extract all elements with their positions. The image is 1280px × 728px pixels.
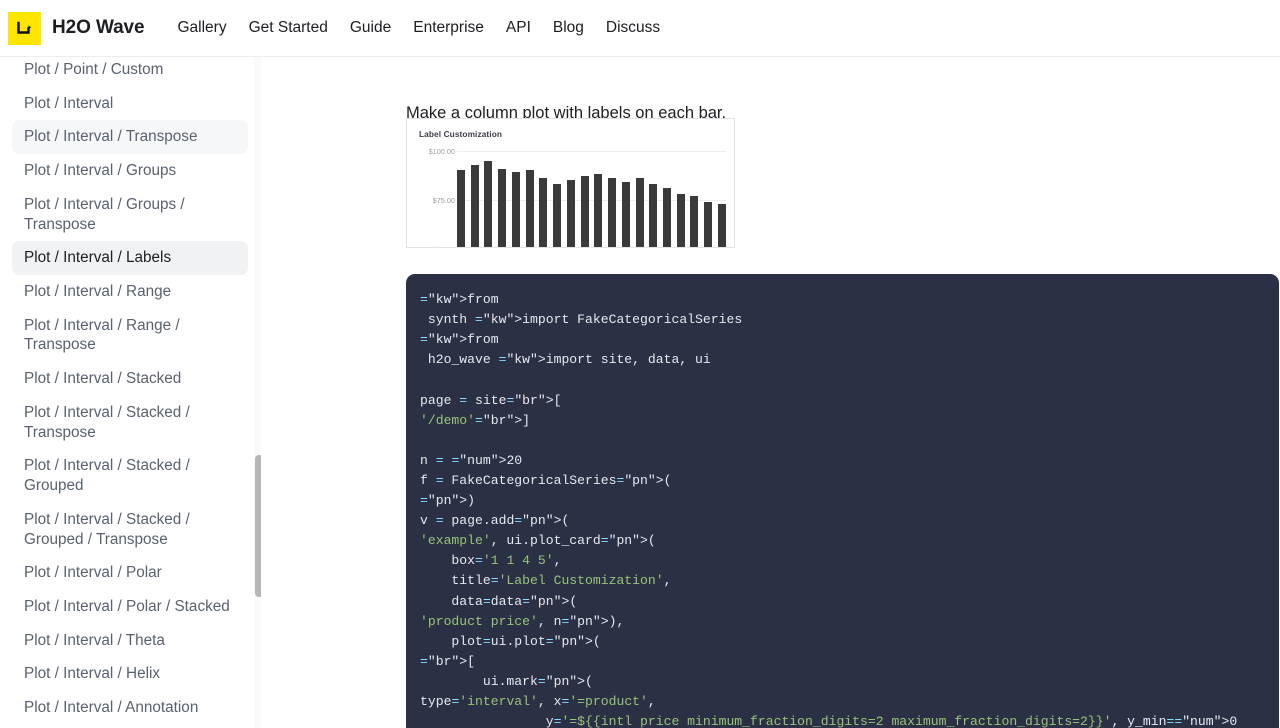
code-line: data=data="pn">(: [420, 592, 1279, 612]
code-line: ui.mark="pn">(: [420, 672, 1279, 692]
chart-bar: [471, 165, 479, 248]
brand-logo-link[interactable]: H2O Wave: [8, 12, 144, 45]
sidebar-item-plot-interval-groups-transpose[interactable]: Plot / Interval / Groups / Transpose: [12, 188, 248, 241]
chart-bar: [704, 202, 712, 248]
nav-link-gallery[interactable]: Gallery: [166, 19, 237, 37]
sidebar-item-plot-interval-helix[interactable]: Plot / Interval / Helix: [12, 657, 248, 691]
code-line: y='=${{intl price minimum_fraction_digit…: [420, 712, 1279, 728]
chart-plot-area: $100.00 $75.00 $50.00: [407, 141, 735, 248]
chart-bar: [512, 172, 520, 248]
code-line: ="kw">from: [420, 330, 1279, 350]
sidebar-item-plot-interval-range-transpose[interactable]: Plot / Interval / Range / Transpose: [12, 309, 248, 362]
code-line: v = page.add="pn">(: [420, 511, 1279, 531]
nav-link-discuss[interactable]: Discuss: [595, 19, 671, 37]
code-line: ="kw">from: [420, 290, 1279, 310]
nav-link-get-started[interactable]: Get Started: [238, 19, 339, 37]
code-line: title='Label Customization',: [420, 571, 1279, 591]
chart-bar: [690, 196, 698, 248]
chart-bar: [622, 182, 630, 248]
sidebar-item-plot-interval-labels[interactable]: Plot / Interval / Labels: [12, 241, 248, 275]
sidebar-item-plot-interval-polar[interactable]: Plot / Interval / Polar: [12, 556, 248, 590]
plot-preview-card: Label Customization $100.00 $75.00 $50.00: [406, 118, 735, 248]
chart-bar: [553, 184, 561, 248]
sidebar-navigation: Plot / Point / CustomPlot / IntervalPlot…: [0, 57, 261, 728]
code-line: n = ="num">20: [420, 451, 1279, 471]
sidebar-item-plot-interval[interactable]: Plot / Interval: [12, 87, 248, 121]
code-line: f = FakeCategoricalSeries="pn">(: [420, 471, 1279, 491]
code-sample-block[interactable]: ="kw">from synth ="kw">import FakeCatego…: [406, 274, 1279, 728]
sidebar-item-plot-interval-theta[interactable]: Plot / Interval / Theta: [12, 624, 248, 658]
code-line: page = site="br">[: [420, 391, 1279, 411]
sidebar-item-plot-interval-transpose[interactable]: Plot / Interval / Transpose: [12, 120, 248, 154]
code-line: box='1 1 4 5',: [420, 551, 1279, 571]
chart-y-tick-label: $75.00: [417, 196, 455, 205]
nav-link-blog[interactable]: Blog: [542, 19, 595, 37]
nav-link-api[interactable]: API: [495, 19, 542, 37]
chart-bar: [636, 178, 644, 248]
brand-name: H2O Wave: [52, 17, 144, 39]
chart-bar: [484, 161, 492, 248]
chart-title: Label Customization: [419, 129, 502, 139]
nav-link-guide[interactable]: Guide: [339, 19, 402, 37]
h2o-wave-logo-icon: [8, 12, 41, 45]
chart-bar: [718, 204, 726, 248]
chart-bar: [457, 170, 465, 248]
sidebar-item-list: Plot / Point / CustomPlot / IntervalPlot…: [0, 57, 260, 728]
chart-bar: [594, 174, 602, 248]
sidebar-item-plot-interval-stacked-grouped[interactable]: Plot / Interval / Stacked / Grouped: [12, 449, 248, 502]
chart-bar: [526, 170, 534, 248]
sidebar-item-plot-interval-range[interactable]: Plot / Interval / Range: [12, 275, 248, 309]
chart-bar: [677, 194, 685, 248]
main-content: Make a column plot with labels on each b…: [261, 57, 1280, 728]
chart-bar: [567, 180, 575, 248]
chart-bar: [539, 178, 547, 248]
chart-y-tick-label: $50.00: [417, 245, 455, 248]
nav-link-enterprise[interactable]: Enterprise: [402, 19, 495, 37]
sidebar-item-plot-interval-annotation[interactable]: Plot / Interval / Annotation: [12, 691, 248, 725]
sidebar-item-plot-interval-groups[interactable]: Plot / Interval / Groups: [12, 154, 248, 188]
chart-y-tick-label: $100.00: [417, 147, 455, 156]
sidebar-item-plot-interval-stacked[interactable]: Plot / Interval / Stacked: [12, 362, 248, 396]
chart-bar: [581, 176, 589, 248]
code-line: [420, 431, 1279, 451]
chart-bar: [608, 178, 616, 248]
chart-bar: [498, 169, 506, 249]
top-navigation-bar: H2O Wave Gallery Get Started Guide Enter…: [0, 0, 1280, 57]
code-line: [420, 370, 1279, 390]
chart-bar-series: [457, 141, 726, 248]
chart-bar: [649, 184, 657, 248]
chart-bar: [663, 188, 671, 248]
sidebar-item-plot-interval-polar-stacked[interactable]: Plot / Interval / Polar / Stacked: [12, 590, 248, 624]
sidebar-item-plot-interval-stacked-transpose[interactable]: Plot / Interval / Stacked / Transpose: [12, 396, 248, 449]
sidebar-item-plot-interval-stacked-grouped-transpose[interactable]: Plot / Interval / Stacked / Grouped / Tr…: [12, 503, 248, 556]
code-line: plot=ui.plot="pn">(: [420, 632, 1279, 652]
sidebar-item-plot-point-custom[interactable]: Plot / Point / Custom: [12, 57, 248, 87]
